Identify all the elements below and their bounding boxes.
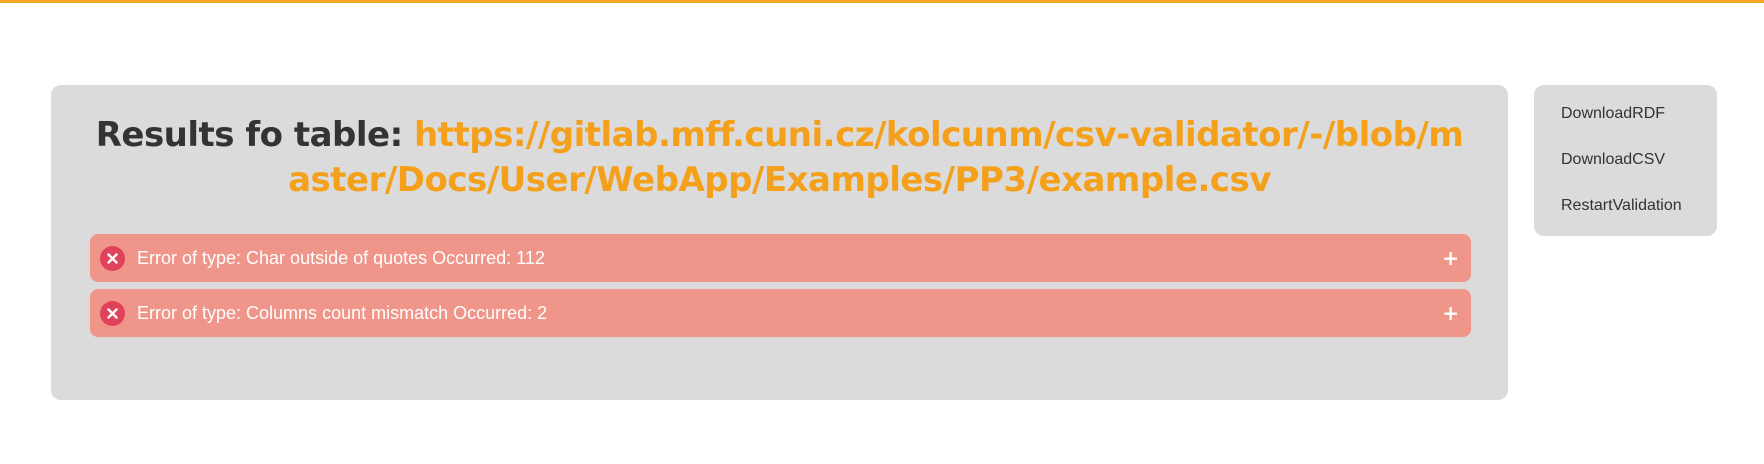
download-rdf-link[interactable]: DownloadRDF [1561,105,1665,123]
restart-validation-link[interactable]: RestartValidation [1561,197,1682,215]
expand-plus-icon[interactable]: + [1442,248,1459,268]
error-text: Error of type: Columns count mismatch Oc… [137,302,548,323]
error-text: Error of type: Char outside of quotes Oc… [137,247,545,268]
top-accent-bar [0,0,1764,3]
results-panel: Results fo table: https://gitlab.mff.cun… [51,85,1508,400]
table-url-link[interactable]: https://gitlab.mff.cuni.cz/kolcunm/csv-v… [288,115,1464,200]
error-item-columns-count-mismatch[interactable]: Error of type: Columns count mismatch Oc… [90,289,1471,337]
error-icon [100,300,125,326]
error-icon [100,245,125,271]
actions-sidebar: DownloadRDF DownloadCSV RestartValidatio… [1534,85,1717,236]
page-title: Results fo table: https://gitlab.mff.cun… [91,113,1468,203]
expand-plus-icon[interactable]: + [1442,303,1459,323]
error-list: Error of type: Char outside of quotes Oc… [90,234,1471,344]
download-csv-link[interactable]: DownloadCSV [1561,151,1665,169]
error-item-char-outside-quotes[interactable]: Error of type: Char outside of quotes Oc… [90,234,1471,282]
title-prefix: Results fo table: [95,115,415,155]
